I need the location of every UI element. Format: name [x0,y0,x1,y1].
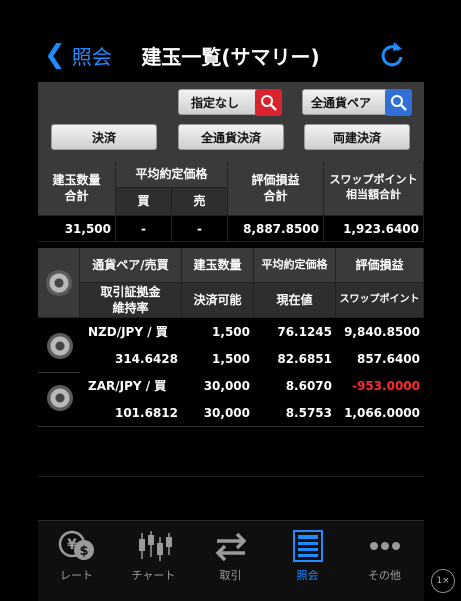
header-swap: スワップポイント 相当額合計 [324,161,424,216]
row-avg-price: 8.6070 [254,372,336,399]
more-dots-icon [369,542,400,550]
svg-text:$: $ [79,544,88,559]
header-avg-price: 平均約定価格 [116,161,228,188]
row-margin-ratio: 314.6428 [80,345,182,372]
header-position-qty: 建玉数量 合計 [38,161,116,216]
tab-label: 取引 [219,569,242,582]
filter-panel: 指定なし 全通貨ペア 決済 全通貨決済 両建決済 [38,82,424,161]
exchange-arrows-icon [215,532,246,562]
tab-label: 照会 [296,569,319,582]
header-sell: 売 [172,188,228,216]
row-pair: NZD/JPY / 買 [80,318,182,345]
chevron-left-icon: ❮ [44,40,66,70]
tab-inquiry[interactable]: 照会 [269,521,346,601]
row-settleable: 1,500 [182,345,254,372]
summary-buy: - [116,216,172,242]
refresh-button[interactable] [378,38,408,72]
row-margin-ratio: 101.6812 [80,399,182,426]
search-icon [385,89,412,116]
header-eval-pl: 評価損益 合計 [228,161,324,216]
select-all-radio[interactable] [45,269,72,296]
summary-position-qty: 31,500 [38,216,116,242]
order-filter-label: 指定なし [191,95,240,110]
back-label: 照会 [71,44,112,69]
row-select-radio[interactable] [47,333,73,359]
row-select-radio[interactable] [47,385,73,411]
select-all-cell [38,248,80,318]
back-button[interactable]: ❮ 照会 [44,38,112,72]
tab-label: チャート [131,569,176,582]
settle-button[interactable]: 決済 [51,124,157,150]
row-eval-pl: 9,840.8500 [336,318,424,345]
pair-filter-select[interactable]: 全通貨ペア [302,89,412,116]
tab-rate[interactable]: ¥ $ レート [38,521,115,601]
row-avg-price: 76.1245 [254,318,336,345]
row-swap: 857.6400 [336,345,424,372]
both-settle-button[interactable]: 両建決済 [304,124,410,150]
header-current: 現在値 [254,283,336,318]
tab-trade[interactable]: 取引 [192,521,269,601]
row-pair: ZAR/JPY / 買 [80,372,182,399]
summary-swap: 1,923.6400 [324,216,424,242]
header-buy: 買 [116,188,172,216]
yen-dollar-icon: ¥ $ [58,530,94,560]
list-icon [292,530,323,562]
row-swap: 1,066.0000 [336,399,424,426]
row-qty: 1,500 [182,318,254,345]
tab-other[interactable]: その他 [346,521,423,601]
refresh-icon [381,42,403,67]
header-swap-detail: スワップポイント [336,283,424,318]
header-eval-pl-detail: 評価損益 [336,248,424,283]
summary-sell: - [172,216,228,242]
settle-all-button[interactable]: 全通貨決済 [178,124,284,150]
summary-eval-pl: 8,887.8500 [228,216,324,242]
tab-label: レート [60,569,93,582]
header-margin-ratio: 取引証拠金 維持率 [80,283,182,318]
pair-filter-label: 全通貨ペア [311,95,372,110]
tab-label: その他 [368,569,401,582]
header-settleable: 決済可能 [182,283,254,318]
order-filter-select[interactable]: 指定なし [178,89,282,116]
zoom-badge[interactable]: 1× [431,569,455,593]
row-divider [38,476,424,477]
tab-chart[interactable]: チャート [115,521,192,601]
row-current: 8.5753 [254,399,336,426]
row-divider [38,426,424,427]
header-qty: 建玉数量 [182,248,254,283]
header-avg-price-detail: 平均約定価格 [254,248,336,283]
row-current: 82.6851 [254,345,336,372]
row-settleable: 30,000 [182,399,254,426]
row-qty: 30,000 [182,372,254,399]
tab-bar: ¥ $ レート チャート 取引 照会 その他 [38,520,424,601]
candlestick-icon [138,531,172,561]
row-eval-pl: -953.0000 [336,372,424,399]
header-pair-side: 通貨ペア/売買 [80,248,182,283]
search-icon [255,89,282,116]
